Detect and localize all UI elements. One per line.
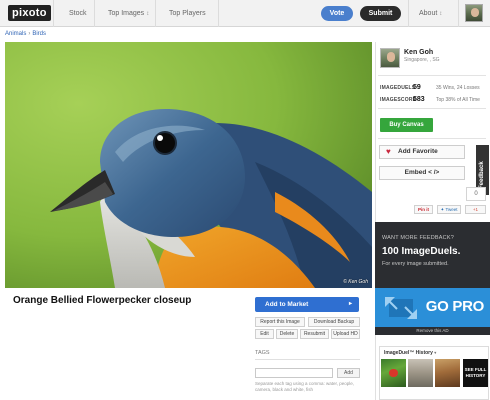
google-plus-button[interactable]: +1 xyxy=(465,205,486,214)
add-to-market-label: Add to Market xyxy=(265,301,309,308)
nav-top-players-link[interactable]: Top Players xyxy=(169,9,206,18)
nav-divider xyxy=(218,0,219,27)
add-favorite-button[interactable]: ♥ Add Favorite xyxy=(379,145,465,159)
sidebar-divider xyxy=(378,138,486,139)
sidebar-divider xyxy=(375,42,376,400)
share-count: 0 xyxy=(466,187,486,201)
pin-it-button[interactable]: Pin it xyxy=(414,205,433,214)
arrow-right-icon: ▸ xyxy=(348,301,352,307)
nav-about-link[interactable]: About ↕ xyxy=(419,9,442,19)
photographer-avatar[interactable] xyxy=(380,48,400,68)
buy-canvas-button[interactable]: Buy Canvas xyxy=(380,118,433,132)
sort-caret-icon: ↕ xyxy=(146,11,150,17)
sidebar-divider xyxy=(378,75,486,76)
sidebar-divider xyxy=(378,108,486,109)
history-thumbnail[interactable] xyxy=(435,359,460,387)
tweet-label: Tweet xyxy=(445,207,458,212)
go-pro-ad[interactable]: WANT MORE FEEDBACK? 100 ImageDuels. For … xyxy=(375,222,490,335)
sort-caret-icon: ↕ xyxy=(439,11,443,17)
report-image-button[interactable]: Report this Image xyxy=(255,317,305,327)
imageduel-history-title[interactable]: ImageDuel™ History ▾ xyxy=(384,349,436,357)
imageduels-value: 59 xyxy=(413,84,421,91)
submit-button[interactable]: Submit xyxy=(360,6,401,21)
avatar-face xyxy=(471,8,479,17)
embed-button[interactable]: Embed < /> xyxy=(379,166,465,180)
imageduels-detail: 35 Wins, 24 Losses xyxy=(436,85,480,91)
remove-ad-link[interactable]: Remove this AD xyxy=(375,327,490,334)
tags-input[interactable] xyxy=(255,368,333,378)
nav-top-images-label: Top Images xyxy=(108,10,145,17)
imagescore-detail: Top 38% of All Time xyxy=(436,97,480,103)
delete-button[interactable]: Delete xyxy=(276,329,298,339)
nav-divider xyxy=(94,0,95,27)
download-backup-button[interactable]: Download Backup xyxy=(308,317,360,327)
history-title-label: ImageDuel™ History xyxy=(384,350,433,356)
photo-title: Orange Bellied Flowerpecker closeup xyxy=(13,295,192,306)
ad-blue-band: GO PRO xyxy=(375,288,490,327)
pixoto-logo[interactable]: pixoto xyxy=(8,5,51,21)
top-nav: pixoto Stock Top Images ↕ Top Players Vot… xyxy=(0,0,490,27)
see-full-history-link[interactable]: SEE FULL HISTORY xyxy=(463,359,488,387)
tags-label: TAGS xyxy=(255,350,270,356)
add-tag-button[interactable]: Add xyxy=(337,368,360,378)
add-to-market-button[interactable]: Add to Market ▸ xyxy=(255,297,359,312)
nav-about-label: About xyxy=(419,10,438,17)
heart-icon: ♥ xyxy=(386,147,391,156)
user-avatar[interactable] xyxy=(465,4,483,22)
feedback-label: Feedback xyxy=(479,161,485,189)
upload-hd-button[interactable]: Upload HD xyxy=(331,329,360,339)
vote-button[interactable]: Vote xyxy=(321,6,353,21)
bird-photo-illustration xyxy=(5,42,372,288)
avatar-face xyxy=(387,52,395,62)
imagescore-label: IMAGESCORE xyxy=(380,97,417,103)
ad-headline-small: WANT MORE FEEDBACK? xyxy=(382,235,454,241)
imageduels-label: IMAGEDUELS xyxy=(380,85,416,91)
imagescore-value: 583 xyxy=(413,96,425,103)
nav-divider xyxy=(408,0,409,27)
tags-divider xyxy=(255,359,360,360)
go-pro-label: GO PRO xyxy=(425,298,485,315)
main-photo[interactable]: © Ken Goh xyxy=(5,42,372,288)
photographer-name[interactable]: Ken Goh xyxy=(404,48,433,57)
nav-top-images-link[interactable]: Top Images ↕ xyxy=(108,9,149,19)
ad-subtext: For every image submitted. xyxy=(382,261,449,267)
add-favorite-label: Add Favorite xyxy=(398,148,438,155)
nav-stock-link[interactable]: Stock xyxy=(69,9,87,18)
ad-headline-big: 100 ImageDuels. xyxy=(382,246,461,257)
nav-divider xyxy=(458,0,459,27)
breadcrumb-separator: › xyxy=(28,31,31,37)
history-thumbnail[interactable] xyxy=(381,359,406,387)
expand-arrows-icon xyxy=(385,297,417,319)
thumbnail-subject xyxy=(389,369,398,377)
tweet-button[interactable]: ✦ Tweet xyxy=(437,205,461,214)
nav-divider xyxy=(53,0,54,27)
history-thumbnail[interactable] xyxy=(408,359,433,387)
resubmit-button[interactable]: Resubmit xyxy=(300,329,329,339)
page: pixoto Stock Top Images ↕ Top Players Vot… xyxy=(0,0,490,400)
breadcrumb-animals-link[interactable]: Animals xyxy=(5,31,26,37)
photo-copyright: © Ken Goh xyxy=(343,279,368,285)
chevron-down-icon: ▾ xyxy=(434,350,437,355)
breadcrumb-birds-link[interactable]: Birds xyxy=(32,31,46,37)
tags-help-text: Separate each tag using a comma: water, … xyxy=(255,381,355,392)
photographer-location: Singapore, , SG xyxy=(404,57,440,63)
breadcrumb: Animals › Birds xyxy=(5,30,46,38)
nav-divider xyxy=(155,0,156,27)
edit-button[interactable]: Edit xyxy=(255,329,274,339)
